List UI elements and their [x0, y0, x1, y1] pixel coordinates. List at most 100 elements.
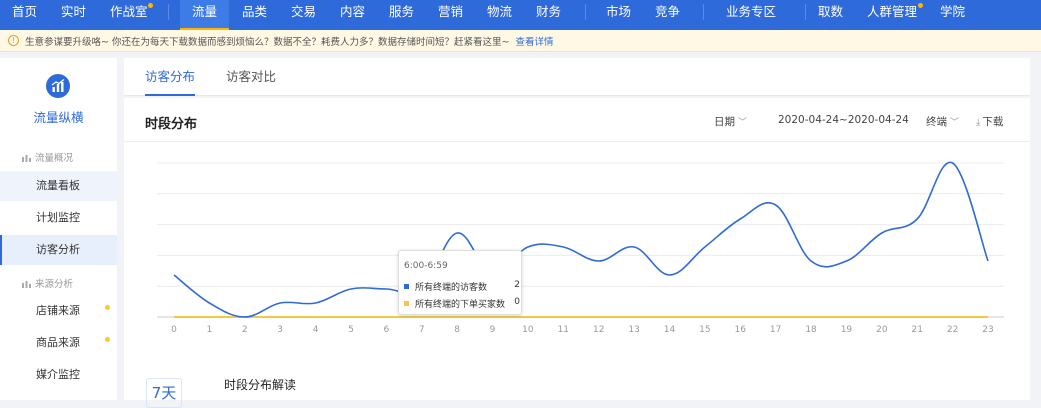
nav-war-room[interactable]: 作战室: [110, 0, 148, 30]
series-line-visitors: [173, 161, 989, 318]
sidebar-item-plan-monitor[interactable]: 计划监控: [0, 203, 117, 233]
sidebar-item-label: 流量看板: [36, 179, 80, 192]
x-tick-label: 10: [522, 325, 534, 335]
sidebar-item-shop-source[interactable]: 店铺来源: [0, 296, 117, 326]
sidebar-item-product-source[interactable]: 商品来源: [0, 328, 117, 358]
date-range-value: 2020-04-24~2020-04-24: [778, 114, 909, 126]
nav-trade[interactable]: 交易: [291, 0, 316, 30]
nav-service[interactable]: 服务: [389, 0, 414, 30]
top-navigation: 首页 实时 作战室 流量 品类 交易 内容 服务 营销 物流 财务 市场 竞争 …: [0, 0, 1041, 30]
x-tick-label: 13: [628, 325, 639, 335]
tooltip-row-visitors: 所有终端的访客数 2: [404, 280, 520, 293]
date-granularity-dropdown[interactable]: 日期 ﹀: [714, 114, 747, 129]
chart-tooltip: 6:00-6:59 所有终端的访客数 2 所有终端的下单买家数 0: [398, 250, 522, 315]
terminal-dropdown[interactable]: 终端 ﹀: [926, 114, 959, 129]
download-label: 下载: [982, 116, 1004, 128]
nav-home[interactable]: 首页: [12, 0, 37, 30]
nav-marketing[interactable]: 营销: [438, 0, 463, 30]
nav-divider: [703, 4, 704, 20]
series-swatch: [404, 301, 409, 306]
nav-traffic[interactable]: 流量: [180, 0, 230, 30]
x-tick-label: 0: [171, 325, 177, 335]
x-axis-ticks: 0 1 2 3 4 5 6 7 8 9 10 11 12 13 14 15 16 17 18 19 20 21 22 23: [171, 325, 994, 335]
notice-details-link[interactable]: 查看详情: [515, 37, 553, 48]
sidebar-group-label: 流量概况: [35, 153, 74, 164]
seven-day-badge: 7天: [146, 378, 182, 408]
sidebar-group-traffic-overview: 流量概况: [22, 150, 73, 164]
time-distribution-chart: 0 1 2 3 4 5 6 7 8 9 10 11 12 13 14 15 16 17 18 19 20 21 22 23: [157, 161, 1004, 335]
x-tick-label: 17: [770, 325, 781, 335]
sidebar-item-label: 访客分析: [36, 243, 80, 256]
bar-chart-icon: [22, 154, 31, 162]
tooltip-row-value: 0: [514, 297, 520, 307]
sidebar-group-label: 来源分析: [35, 279, 74, 290]
date-range-picker[interactable]: 2020-04-24~2020-04-24: [778, 114, 909, 126]
nav-academy[interactable]: 学院: [940, 0, 965, 30]
sidebar-title: 流量纵横: [33, 110, 84, 125]
notice-text: 生意参谋要升级咯~ 你还在为每天下载数据而感到烦恼么？数据不全？耗费人力多？数据…: [25, 37, 510, 48]
x-tick-label: 15: [699, 325, 710, 335]
panel-title: 时段分布: [145, 117, 198, 132]
sidebar-item-traffic-board[interactable]: 流量看板: [0, 171, 117, 201]
interpretation-title: 时段分布解读: [224, 378, 297, 392]
tab-visitor-distribution[interactable]: 访客分布: [145, 58, 196, 96]
x-tick-label: 22: [947, 325, 958, 335]
nav-competition[interactable]: 竞争: [655, 0, 680, 30]
x-tick-label: 16: [735, 325, 747, 335]
warning-icon: !: [8, 35, 19, 46]
new-badge-dot: [918, 3, 923, 8]
nav-content[interactable]: 内容: [340, 0, 365, 30]
x-tick-label: 18: [805, 325, 817, 335]
x-tick-label: 9: [490, 325, 496, 335]
sidebar-group-source-analysis: 来源分析: [22, 276, 73, 290]
sidebar-item-label: 店铺来源: [36, 304, 80, 317]
time-distribution-panel: 时段分布 日期 ﹀ 2020-04-24~2020-04-24 终端 ﹀ ⤓ 下载 0…: [124, 98, 1030, 408]
x-tick-label: 6: [383, 325, 389, 335]
tab-visitor-comparison[interactable]: 访客对比: [226, 58, 276, 96]
upgrade-notice-bar: ! 生意参谋要升级咯~ 你还在为每天下载数据而感到烦恼么？数据不全？耗费人力多？…: [0, 30, 1041, 52]
nav-finance[interactable]: 财务: [536, 0, 561, 30]
x-tick-label: 14: [664, 325, 676, 335]
sidebar-item-label: 商品来源: [36, 336, 80, 349]
sidebar-item-label: 媒介监控: [36, 368, 80, 381]
nav-realtime[interactable]: 实时: [61, 0, 86, 30]
x-tick-label: 1: [207, 325, 213, 335]
nav-category[interactable]: 品类: [242, 0, 267, 30]
tooltip-row-buyers: 所有终端的下单买家数 0: [404, 297, 520, 310]
x-tick-label: 21: [911, 325, 922, 335]
series-swatch: [404, 284, 409, 289]
nav-logistics[interactable]: 物流: [487, 0, 512, 30]
tooltip-row-label: 所有终端的下单买家数: [415, 300, 506, 310]
interpretation-section: 7天 时段分布解读: [124, 342, 1030, 408]
x-tick-label: 12: [593, 325, 604, 335]
download-button[interactable]: ⤓ 下载: [976, 114, 1003, 129]
chevron-down-icon: ﹀: [738, 118, 748, 128]
new-badge-dot: [148, 3, 153, 8]
x-tick-label: 8: [454, 325, 460, 335]
sidebar-item-visitor-analysis[interactable]: 访客分析: [0, 235, 117, 265]
x-tick-label: 20: [876, 325, 888, 335]
date-label: 日期: [714, 116, 735, 128]
chart-series: [173, 161, 989, 318]
new-badge-dot: [105, 305, 110, 310]
nav-divider: [805, 4, 806, 20]
sidebar-item-label: 计划监控: [36, 211, 80, 224]
nav-data-fetch[interactable]: 取数: [818, 0, 843, 30]
terminal-label: 终端: [926, 116, 947, 128]
x-tick-label: 23: [982, 325, 993, 335]
panel-header: 时段分布 日期 ﹀ 2020-04-24~2020-04-24 终端 ﹀ ⤓ 下载: [124, 98, 1030, 142]
nav-market[interactable]: 市场: [606, 0, 631, 30]
x-tick-label: 2: [242, 325, 248, 335]
chart-grid: [157, 162, 1004, 318]
x-tick-label: 5: [348, 325, 354, 335]
nav-business-zone[interactable]: 业务专区: [726, 0, 776, 30]
sidebar-item-media-monitor[interactable]: 媒介监控: [0, 360, 117, 390]
x-tick-label: 11: [558, 325, 569, 335]
download-icon: ⤓: [976, 117, 981, 128]
x-tick-label: 19: [841, 325, 853, 335]
tooltip-time: 6:00-6:59: [404, 261, 448, 271]
nav-crowd-management[interactable]: 人群管理: [867, 0, 917, 30]
content-tabs: 访客分布 访客对比: [124, 58, 1030, 96]
bar-chart-icon: [22, 280, 31, 288]
x-tick-label: 3: [277, 325, 283, 335]
